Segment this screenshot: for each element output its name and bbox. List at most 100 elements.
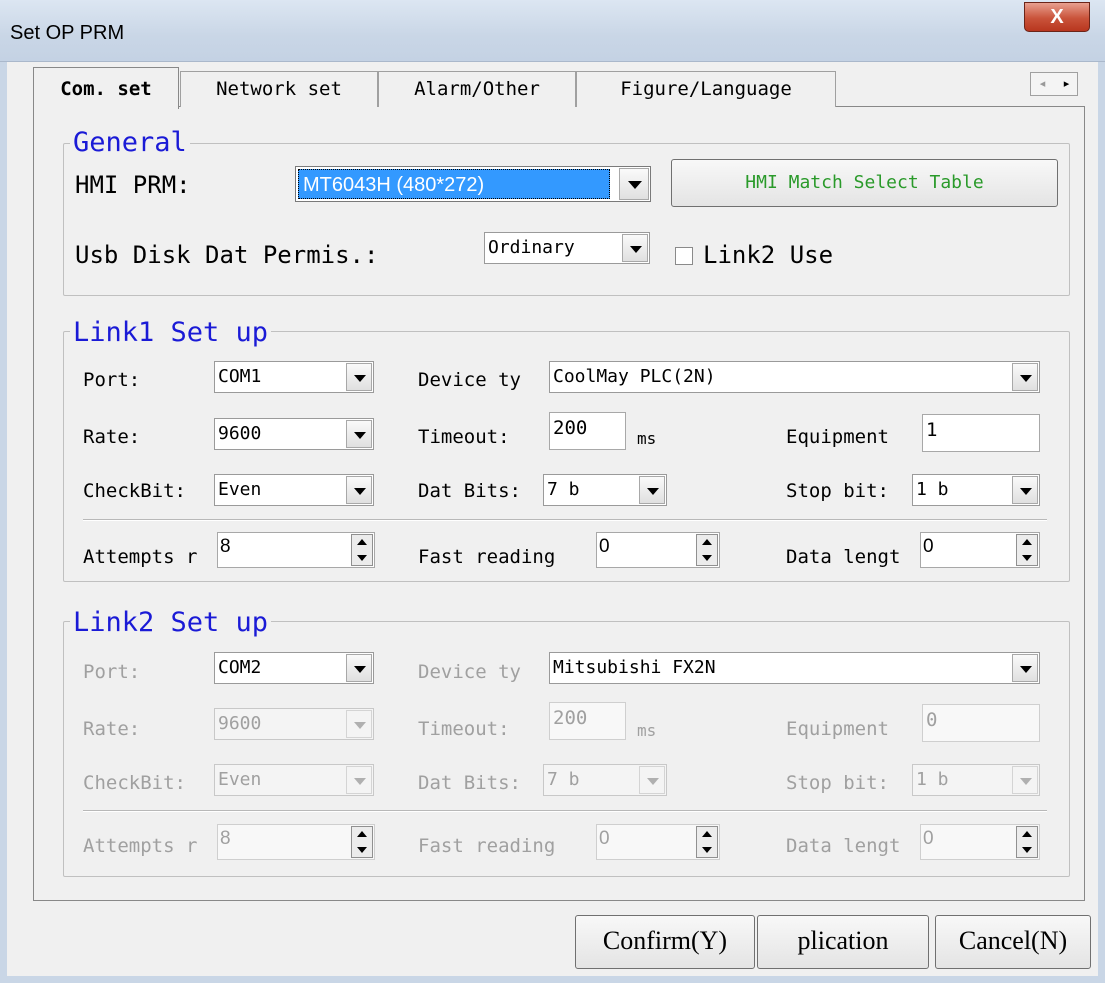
scroll-right-icon[interactable]: ▸ bbox=[1055, 73, 1078, 95]
window-frame-bottom bbox=[0, 976, 1105, 983]
link2-separator bbox=[83, 810, 1047, 812]
link1-timeout-input[interactable]: 200 bbox=[549, 412, 626, 450]
general-group-title: General bbox=[70, 128, 190, 158]
chevron-down-icon[interactable] bbox=[346, 654, 372, 682]
link2-dat-bits-value: 7 b bbox=[547, 769, 580, 790]
link1-equipment-input[interactable]: 1 bbox=[922, 414, 1040, 452]
chevron-down-icon[interactable] bbox=[639, 476, 665, 504]
link2-stop-bit-value: 1 b bbox=[916, 769, 949, 790]
link2-rate-select: 9600 bbox=[214, 708, 374, 740]
scroll-left-icon[interactable]: ◂ bbox=[1031, 73, 1054, 95]
link2-fast-reading-value: 0 bbox=[599, 828, 610, 849]
link1-rate-select[interactable]: 9600 bbox=[214, 418, 374, 450]
usb-disk-permission-select[interactable]: Ordinary bbox=[484, 232, 650, 264]
link2-use-label: Link2 Use bbox=[703, 241, 834, 269]
link1-checkbit-select[interactable]: Even bbox=[214, 474, 374, 506]
link1-dat-bits-value: 7 b bbox=[547, 479, 580, 500]
link2-dat-bits-label: Dat Bits: bbox=[418, 772, 521, 794]
chevron-down-icon bbox=[346, 766, 372, 794]
link1-data-length-label: Data lengt bbox=[786, 546, 901, 568]
link1-stop-bit-label: Stop bit: bbox=[786, 480, 889, 502]
tab-scroll-buttons: ◂ ▸ bbox=[1030, 72, 1078, 96]
hmi-match-select-table-button[interactable]: HMI Match Select Table bbox=[671, 159, 1058, 207]
chevron-down-icon bbox=[346, 710, 372, 738]
link1-timeout-unit: ms bbox=[637, 429, 657, 448]
link2-device-type-select[interactable]: Mitsubishi FX2N bbox=[549, 652, 1040, 684]
chevron-down-icon[interactable] bbox=[1012, 363, 1038, 391]
window-title: Set OP PRM bbox=[10, 22, 125, 44]
chevron-down-icon[interactable] bbox=[622, 234, 648, 262]
link2-dat-bits-select: 7 b bbox=[543, 764, 667, 796]
chevron-down-icon[interactable] bbox=[346, 476, 372, 504]
chevron-down-icon[interactable] bbox=[619, 168, 649, 200]
link1-equipment-value: 1 bbox=[926, 419, 938, 441]
link2-equipment-label: Equipment bbox=[786, 718, 889, 740]
link2-stop-bit-select: 1 b bbox=[912, 764, 1040, 796]
spinner-arrows-icon[interactable] bbox=[351, 534, 373, 566]
link2-device-type-value: Mitsubishi FX2N bbox=[553, 657, 716, 678]
link2-port-value: COM2 bbox=[218, 657, 262, 678]
link1-device-type-value: CoolMay PLC(2N) bbox=[553, 366, 716, 387]
link2-timeout-label: Timeout: bbox=[418, 718, 510, 740]
spinner-arrows-icon[interactable] bbox=[351, 826, 373, 858]
link1-port-select[interactable]: COM1 bbox=[214, 361, 374, 393]
chevron-down-icon[interactable] bbox=[346, 420, 372, 448]
link2-port-select[interactable]: COM2 bbox=[214, 652, 374, 684]
link2-fast-reading-spinner[interactable]: 0 bbox=[596, 824, 720, 860]
link2-timeout-unit: ms bbox=[637, 721, 657, 740]
application-button[interactable]: plication bbox=[757, 915, 929, 969]
spinner-arrows-icon[interactable] bbox=[696, 534, 718, 566]
link1-device-type-label: Device ty bbox=[418, 369, 521, 391]
link2-timeout-value: 200 bbox=[553, 707, 588, 729]
dialog-window: Set OP PRM X Com. set Network set Alarm/… bbox=[0, 0, 1105, 983]
link1-dat-bits-select[interactable]: 7 b bbox=[543, 474, 667, 506]
link1-rate-label: Rate: bbox=[83, 426, 141, 448]
link2-attempts-value: 8 bbox=[220, 828, 231, 849]
window-frame-left bbox=[0, 62, 7, 983]
link2-attempts-spinner[interactable]: 8 bbox=[217, 824, 375, 860]
spinner-arrows-icon[interactable] bbox=[1016, 826, 1038, 858]
link2-data-length-spinner[interactable]: 0 bbox=[920, 824, 1040, 860]
link1-fast-reading-spinner[interactable]: 0 bbox=[596, 532, 720, 568]
hmi-prm-selection: MT6043H (480*272) bbox=[298, 169, 610, 199]
link1-group-title: Link1 Set up bbox=[70, 318, 272, 348]
hmi-prm-value: MT6043H (480*272) bbox=[303, 174, 485, 196]
link2-equipment-value: 0 bbox=[926, 709, 938, 731]
cancel-button[interactable]: Cancel(N) bbox=[935, 915, 1091, 969]
link2-attempts-label: Attempts r bbox=[83, 835, 198, 857]
spinner-arrows-icon[interactable] bbox=[1016, 534, 1038, 566]
chevron-down-icon bbox=[639, 766, 665, 794]
chevron-down-icon[interactable] bbox=[1012, 654, 1038, 682]
link1-data-length-spinner[interactable]: 0 bbox=[920, 532, 1040, 568]
spinner-arrows-icon[interactable] bbox=[696, 826, 718, 858]
link1-fast-reading-label: Fast reading bbox=[418, 546, 556, 568]
hmi-prm-label: HMI PRM: bbox=[75, 171, 191, 199]
link1-stop-bit-value: 1 b bbox=[916, 479, 949, 500]
link2-group-title: Link2 Set up bbox=[70, 608, 272, 638]
chevron-down-icon[interactable] bbox=[1012, 476, 1038, 504]
link1-device-type-select[interactable]: CoolMay PLC(2N) bbox=[549, 361, 1040, 393]
tab-com-set[interactable]: Com. set bbox=[33, 67, 179, 109]
chevron-down-icon[interactable] bbox=[346, 363, 372, 391]
tab-figure-language[interactable]: Figure/Language bbox=[576, 71, 836, 107]
hmi-prm-select[interactable]: MT6043H (480*272) bbox=[295, 166, 651, 202]
tab-network-set[interactable]: Network set bbox=[180, 71, 378, 107]
link1-rate-value: 9600 bbox=[218, 423, 262, 444]
link1-equipment-label: Equipment bbox=[786, 426, 889, 448]
link2-timeout-input: 200 bbox=[549, 702, 626, 740]
link1-stop-bit-select[interactable]: 1 b bbox=[912, 474, 1040, 506]
link1-port-label: Port: bbox=[83, 369, 141, 391]
link2-data-length-value: 0 bbox=[923, 828, 934, 849]
title-bar[interactable]: Set OP PRM X bbox=[0, 0, 1105, 62]
link2-checkbit-select: Even bbox=[214, 764, 374, 796]
link1-separator bbox=[83, 519, 1047, 521]
tab-alarm-other[interactable]: Alarm/Other bbox=[378, 71, 576, 107]
link2-rate-value: 9600 bbox=[218, 713, 262, 734]
link2-port-label: Port: bbox=[83, 661, 141, 683]
link2-equipment-input: 0 bbox=[922, 704, 1040, 742]
link1-data-length-value: 0 bbox=[923, 536, 934, 557]
confirm-button[interactable]: Confirm(Y) bbox=[575, 915, 755, 969]
link1-attempts-spinner[interactable]: 8 bbox=[217, 532, 375, 568]
link2-use-checkbox[interactable] bbox=[675, 247, 693, 265]
close-button[interactable]: X bbox=[1024, 2, 1090, 32]
